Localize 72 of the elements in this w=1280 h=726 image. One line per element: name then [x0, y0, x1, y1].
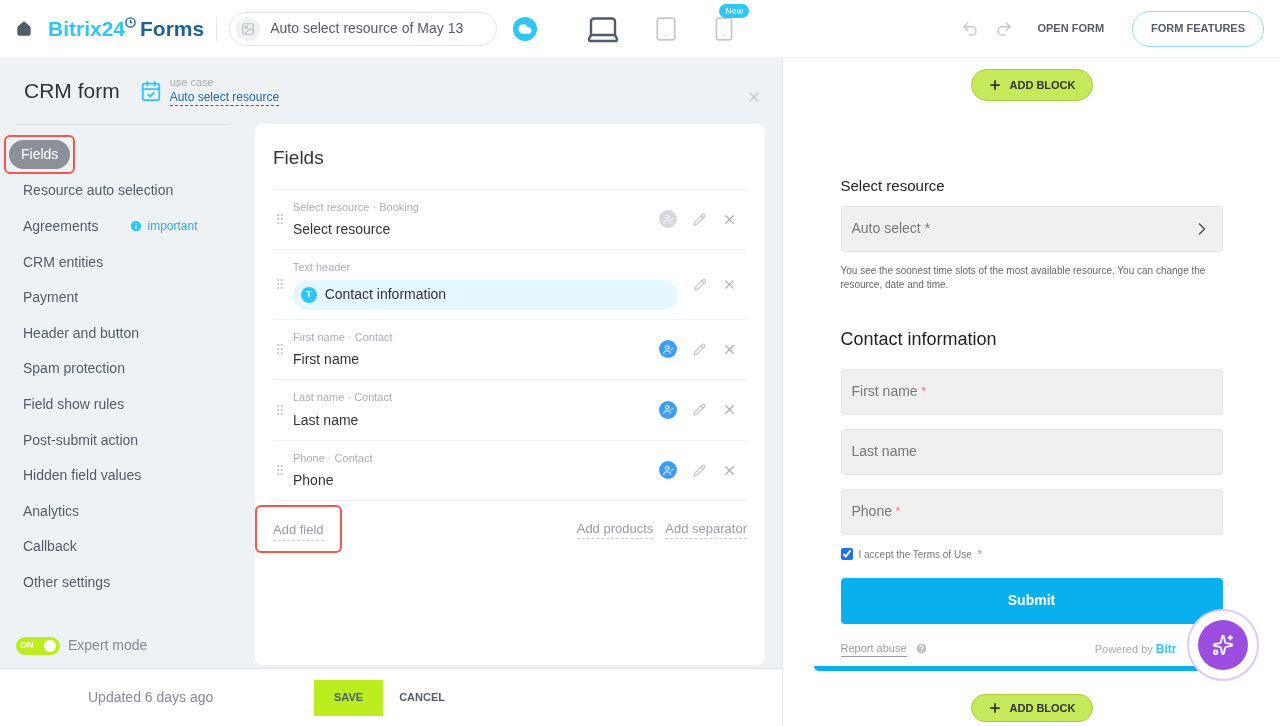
text-input[interactable]: First name * [840, 368, 1223, 415]
use-case-link[interactable]: Auto select resource [169, 89, 280, 106]
open-form-button[interactable]: OPEN FORM [1037, 20, 1105, 37]
field-meta: Phone · Contact [293, 450, 374, 466]
clock-icon [125, 16, 137, 28]
field-meta: First name · Contact [293, 329, 394, 345]
edit-icon[interactable] [693, 212, 706, 226]
contact-icon[interactable] [659, 340, 677, 359]
sparkles-icon [1212, 634, 1234, 656]
field-name: Select resource [293, 220, 392, 239]
terms-label: I accept the Terms of Use [858, 547, 972, 562]
field-meta: Select resource · Booking [293, 199, 420, 215]
field-meta: Text header [292, 260, 352, 275]
contact-icon[interactable] [659, 400, 677, 419]
edit-icon[interactable] [693, 342, 706, 356]
hint-text: You see the soonest time slots of the most available resource. You can change the resource, date and time. [840, 263, 1207, 292]
terms-checkbox[interactable] [840, 548, 853, 560]
nav-item[interactable]: Fields [9, 140, 71, 170]
nav-item[interactable]: Resource auto selection [9, 180, 188, 202]
calendar-icon [139, 80, 162, 102]
new-badge: New [719, 3, 750, 18]
card-title: Fields [273, 146, 325, 170]
resource-select[interactable]: Auto select * [840, 205, 1223, 252]
cloud-icon[interactable] [513, 16, 538, 41]
edit-icon[interactable] [693, 277, 707, 291]
logo-product: Forms [140, 15, 205, 42]
nav-item[interactable]: Agreements [9, 216, 113, 237]
field-meta: Last name · Contact [293, 390, 394, 405]
updated-text: Updated 6 days ago [88, 688, 215, 707]
help-icon[interactable] [914, 642, 928, 655]
edit-icon[interactable] [693, 463, 706, 477]
nav-item[interactable]: Other settings [9, 571, 125, 593]
cancel-button[interactable]: CANCEL [399, 689, 445, 706]
text-input[interactable]: Last name [840, 428, 1223, 475]
save-button[interactable]: SAVE [314, 679, 384, 716]
plus-icon [987, 78, 1002, 92]
add-block-button[interactable]: ADD BLOCK [970, 694, 1093, 722]
header-chip[interactable]: T Contact information [292, 279, 678, 310]
required-mark: * [921, 384, 926, 399]
nav-item[interactable]: Spam protection [9, 358, 139, 380]
expert-mode-label: Expert mode [68, 636, 148, 655]
plus-icon [987, 701, 1002, 715]
nav-item[interactable]: Hidden field values [9, 465, 156, 487]
info-icon [129, 219, 144, 233]
nav-item[interactable]: Analytics [9, 500, 94, 522]
section-heading: Select resource [840, 176, 946, 196]
logo-brand: Bitrix24 [48, 15, 126, 42]
nav-item[interactable]: Post-submit action [9, 429, 153, 451]
use-case-label: use case [169, 76, 215, 90]
edit-icon[interactable] [693, 403, 706, 417]
required-mark: * [896, 504, 900, 519]
text-input[interactable]: Phone * [840, 488, 1223, 535]
nav-item[interactable]: CRM entities [9, 251, 118, 273]
home-icon[interactable] [16, 20, 32, 37]
nav-item[interactable]: Field show rules [9, 393, 139, 415]
nav-item[interactable]: Header and button [9, 322, 153, 344]
nav-item[interactable]: Callback [9, 536, 91, 558]
undo-icon[interactable] [961, 19, 980, 38]
contact-icon[interactable] [659, 461, 677, 480]
image-icon [241, 21, 256, 36]
field-name: Last name [293, 410, 360, 430]
required-mark: * [977, 547, 982, 562]
text-badge: T [300, 286, 317, 303]
field-name: First name [293, 350, 361, 369]
powered-by-text: Powered by Bitr [1094, 640, 1177, 658]
nav-item[interactable]: Payment [9, 287, 93, 309]
field-name: Phone [293, 471, 335, 490]
contact-icon[interactable] [659, 210, 677, 229]
section-heading: Contact information [840, 327, 998, 351]
redo-icon[interactable] [995, 19, 1014, 38]
panel-title: CRM form [24, 78, 120, 105]
add-block-button[interactable]: ADD BLOCK [970, 69, 1093, 101]
